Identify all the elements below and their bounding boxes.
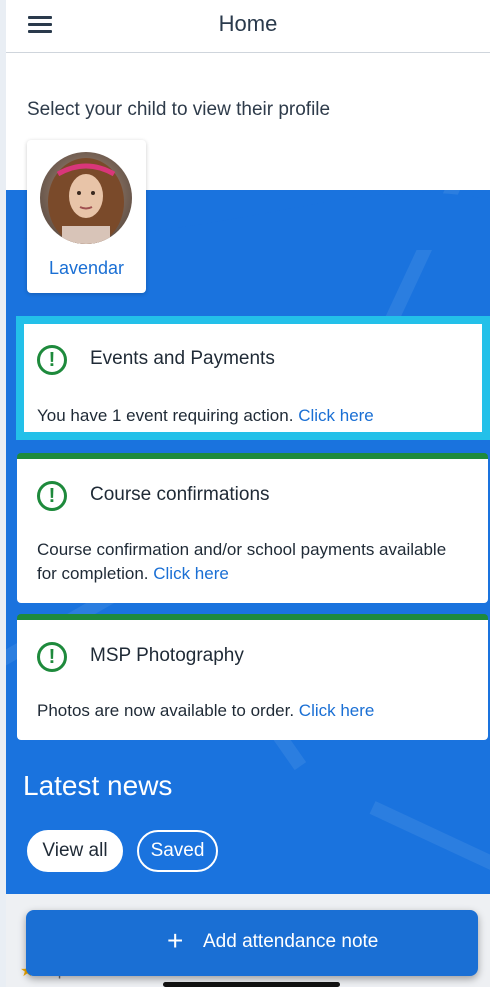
view-all-button[interactable]: View all <box>27 830 123 872</box>
home-indicator <box>163 982 340 987</box>
alert-message: Photos are now available to order. <box>37 701 295 720</box>
child-avatar <box>40 152 132 244</box>
alert-body: Course confirmation and/or school paymen… <box>37 538 467 586</box>
saved-button[interactable]: Saved <box>137 830 218 872</box>
plus-icon: + <box>167 925 184 956</box>
exclamation-circle-icon: ! <box>37 345 67 375</box>
add-attendance-note-label: Add attendance note <box>203 931 379 952</box>
alert-body: Photos are now available to order. Click… <box>37 699 374 723</box>
alert-title: Events and Payments <box>90 348 275 369</box>
alert-title: Course confirmations <box>90 484 270 505</box>
add-attendance-note-button[interactable]: + Add attendance note <box>26 910 478 976</box>
alert-msp-photography: ! MSP Photography Photos are now availab… <box>17 614 488 740</box>
click-here-link[interactable]: Click here <box>299 701 375 720</box>
alert-events-payments: ! Events and Payments You have 1 event r… <box>16 316 490 440</box>
exclamation-circle-icon: ! <box>37 642 67 672</box>
select-child-prompt: Select your child to view their profile <box>27 99 331 120</box>
click-here-link[interactable]: Click here <box>298 406 374 425</box>
page-title: Home <box>218 11 278 36</box>
top-bar: Home <box>6 0 490 53</box>
click-here-link[interactable]: Click here <box>153 564 229 583</box>
alert-body: You have 1 event requiring action. Click… <box>37 404 374 428</box>
alert-message: You have 1 event requiring action. <box>37 406 294 425</box>
latest-news-heading: Latest news <box>23 770 173 801</box>
exclamation-circle-icon: ! <box>37 481 67 511</box>
child-card-lavendar[interactable]: Lavendar <box>27 140 146 293</box>
alert-course-confirmations: ! Course confirmations Course confirmati… <box>17 453 488 603</box>
alert-message: Course confirmation and/or school paymen… <box>37 540 447 583</box>
alert-title: MSP Photography <box>90 645 244 666</box>
child-name: Lavendar <box>48 258 125 278</box>
